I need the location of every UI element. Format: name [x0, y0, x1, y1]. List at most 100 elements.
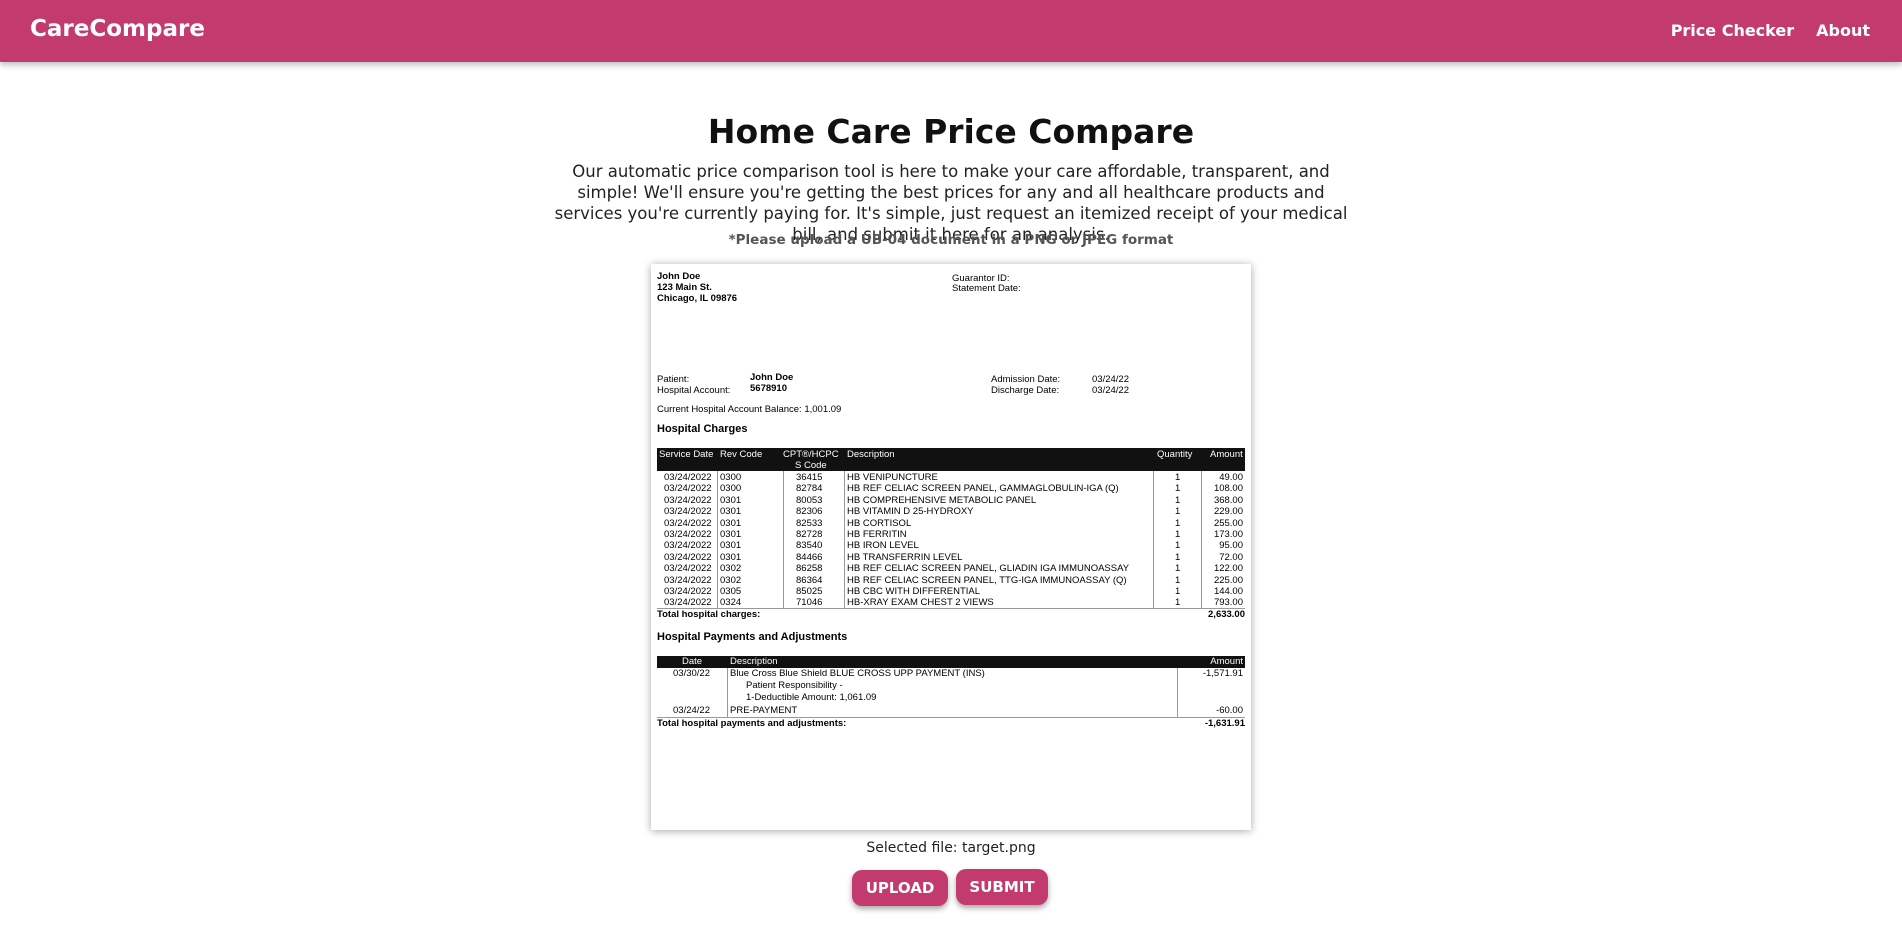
total-charges-value: 2,633.00	[1208, 609, 1245, 620]
charges-row: 03/24/2022 0302 86364 HB REF CELIAC SCREEN …	[657, 575, 1245, 586]
cell-cpt: 83540	[796, 540, 823, 552]
cell-quantity: 1	[1175, 529, 1181, 540]
charges-row: 03/24/2022 0301 80053 HB COMPREHENSIVE META…	[657, 495, 1245, 506]
cell-pay-amount: -1,571.91	[1202, 668, 1243, 679]
cell-pay-date: 03/30/22	[673, 668, 710, 679]
cell-description: HB FERRITIN	[847, 529, 907, 540]
cell-cpt: 82533	[796, 517, 823, 529]
cell-rev-code: 0301	[720, 494, 742, 506]
discharge-date-label: Discharge Date:	[991, 385, 1060, 396]
payments-row: 03/24/22 PRE-PAYMENT -60.00	[657, 705, 1245, 716]
col-cpt: CPT®/HCPC	[783, 449, 839, 460]
cell-amount: 108.00	[1213, 483, 1243, 495]
charges-vline-date	[717, 471, 718, 608]
selected-file-text: Selected file: target.png	[866, 840, 1036, 856]
cell-quantity: 1	[1175, 551, 1181, 563]
cell-amount: 49.00	[1219, 472, 1243, 483]
cell-rev-code: 0301	[720, 506, 742, 518]
cell-cpt: 86364	[796, 574, 823, 586]
charges-row: 03/24/2022 0301 82728 HB FERRITIN 1 173.00	[657, 529, 1245, 540]
payments-heading: Hospital Payments and Adjustments	[657, 631, 848, 643]
patient-value: John Doe	[750, 372, 794, 383]
cell-rev-code: 0300	[720, 483, 742, 495]
cell-pay-amount: -60.00	[1216, 704, 1243, 716]
col-quantity: Quantity	[1157, 449, 1193, 460]
cell-amount: 229.00	[1213, 506, 1243, 518]
payments-vline-date	[727, 668, 728, 717]
hospital-account-label: Hospital Account:	[657, 385, 731, 396]
cell-description: HB COMPREHENSIVE METABOLIC PANEL	[847, 494, 1037, 506]
total-payments-value: -1,631.91	[1204, 718, 1245, 729]
col-pay-amount: Amount	[1210, 656, 1243, 667]
cell-amount: 225.00	[1213, 574, 1243, 586]
cell-pay-description: PRE-PAYMENT	[730, 704, 798, 716]
cell-quantity: 1	[1175, 506, 1181, 518]
cell-amount: 173.00	[1213, 529, 1243, 540]
cell-quantity: 1	[1175, 494, 1181, 506]
submit-button[interactable]: SUBMIT	[956, 869, 1048, 905]
total-payments-label: Total hospital payments and adjustments:	[657, 718, 847, 729]
charges-row: 03/24/2022 0301 82533 HB CORTISOL 1 255.00	[657, 518, 1245, 529]
cell-rev-code: 0300	[720, 472, 742, 483]
cell-rev-code: 0302	[720, 574, 742, 586]
col-description: Description	[847, 449, 895, 460]
charges-row: 03/24/2022 0301 83540 HB IRON LEVEL 1 95.00	[657, 540, 1245, 551]
cell-amount: 255.00	[1213, 517, 1243, 529]
total-charges-label: Total hospital charges:	[657, 609, 761, 620]
cell-service-date: 03/24/2022	[664, 540, 712, 552]
cell-pay-description: 1-Deductible Amount: 1,061.09	[746, 692, 877, 704]
charges-vline-qty	[1201, 471, 1202, 608]
charges-vline-desc	[1153, 471, 1154, 608]
cell-amount: 95.00	[1219, 540, 1243, 552]
payments-row: 03/30/22 Blue Cross Blue Shield BLUE CROS…	[657, 668, 1245, 679]
cell-service-date: 03/24/2022	[664, 506, 712, 518]
col-amount: Amount	[1210, 449, 1243, 460]
cell-description: HB CBC WITH DIFFERENTIAL	[847, 586, 981, 597]
cell-amount: 144.00	[1213, 586, 1243, 597]
cell-pay-description: Blue Cross Blue Shield BLUE CROSS UPP PA…	[730, 668, 985, 679]
cell-quantity: 1	[1175, 563, 1181, 575]
charges-row: 03/24/2022 0300 82784 HB REF CELIAC SCREEN …	[657, 483, 1245, 494]
cell-pay-date: 03/24/22	[673, 704, 710, 716]
cell-description: HB VITAMIN D 25-HYDROXY	[847, 506, 974, 518]
cell-description: HB VENIPUNCTURE	[847, 472, 938, 483]
charges-vline-cpt	[844, 471, 845, 608]
cell-rev-code: 0301	[720, 540, 742, 552]
cell-rev-code: 0301	[720, 517, 742, 529]
charges-heading: Hospital Charges	[657, 423, 748, 435]
discharge-date-value: 03/24/22	[1092, 385, 1129, 396]
charges-row: 03/24/2022 0305 85025 HB CBC WITH DIFFERENT…	[657, 586, 1245, 597]
cell-cpt: 82306	[796, 506, 823, 518]
cell-service-date: 03/24/2022	[664, 574, 712, 586]
cell-description: HB IRON LEVEL	[847, 540, 919, 552]
cell-quantity: 1	[1175, 586, 1181, 597]
cell-amount: 122.00	[1213, 563, 1243, 575]
cell-cpt: 82728	[796, 529, 823, 540]
cell-rev-code: 0301	[720, 529, 742, 540]
cell-service-date: 03/24/2022	[664, 472, 712, 483]
cell-rev-code: 0302	[720, 563, 742, 575]
cell-quantity: 1	[1175, 483, 1181, 495]
nav-price-checker[interactable]: Price Checker	[1671, 21, 1794, 40]
address-line-street: 123 Main St.	[657, 282, 712, 293]
col-pay-description: Description	[730, 656, 778, 667]
cell-cpt: 85025	[796, 586, 823, 597]
cell-service-date: 03/24/2022	[664, 494, 712, 506]
page-title: Home Care Price Compare	[707, 112, 1195, 151]
cell-service-date: 03/24/2022	[664, 529, 712, 540]
cell-quantity: 1	[1175, 540, 1181, 552]
payments-table-header: Date Description Amount	[657, 656, 1245, 668]
cell-description: HB REF CELIAC SCREEN PANEL, GAMMAGLOBULI…	[847, 483, 1119, 495]
cell-service-date: 03/24/2022	[664, 551, 712, 563]
payments-row: 1-Deductible Amount: 1,061.09	[657, 692, 1245, 703]
patient-label: Patient:	[657, 374, 690, 385]
brand-logo[interactable]: CareCompare	[30, 16, 205, 42]
cell-service-date: 03/24/2022	[664, 563, 712, 575]
cell-quantity: 1	[1175, 517, 1181, 529]
hospital-account-value: 5678910	[750, 383, 787, 394]
charges-row: 03/24/2022 0301 84466 HB TRANSFERRIN LEVEL 1…	[657, 552, 1245, 563]
upload-button[interactable]: UPLOAD	[852, 870, 948, 906]
cell-description: HB CORTISOL	[847, 517, 912, 529]
charges-vline-rev	[783, 471, 784, 608]
nav-about[interactable]: About	[1816, 21, 1870, 40]
